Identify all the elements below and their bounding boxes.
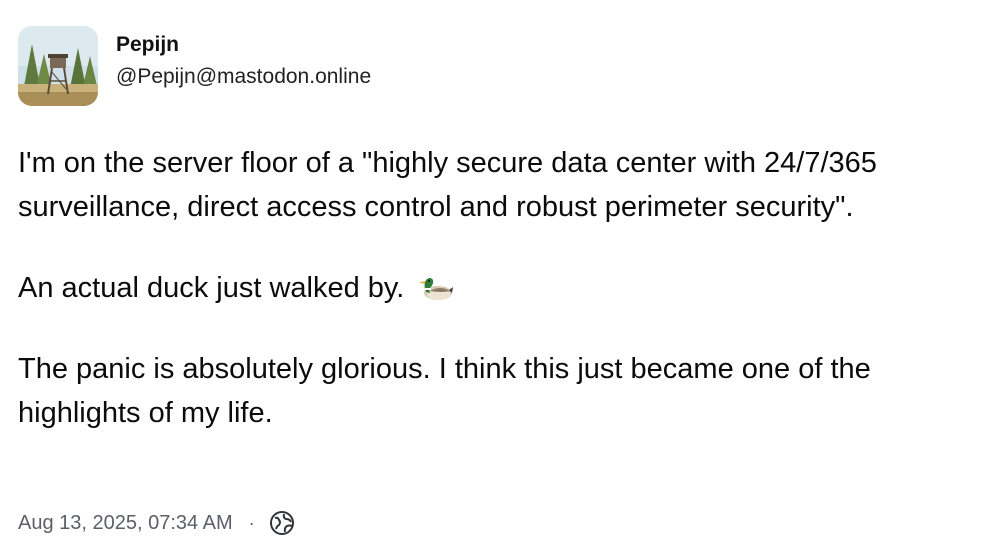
post-paragraph-3: The panic is absolutely glorious. I thin…	[18, 353, 871, 429]
post-paragraph-1: I'm on the server floor of a "highly sec…	[18, 147, 877, 223]
avatar[interactable]	[18, 26, 98, 106]
duck-emoji-icon	[416, 272, 454, 302]
globe-icon[interactable]	[269, 510, 295, 536]
post-header: Pepijn @Pepijn@mastodon.online	[18, 26, 371, 108]
avatar-photo	[18, 26, 98, 106]
display-name[interactable]: Pepijn	[116, 32, 371, 58]
post-card: Pepijn @Pepijn@mastodon.online I'm on th…	[0, 0, 1000, 553]
post-paragraph-2: An actual duck just walked by.	[18, 266, 984, 310]
post-content: I'm on the server floor of a "highly sec…	[18, 141, 984, 472]
account-handle[interactable]: @Pepijn@mastodon.online	[116, 64, 371, 90]
post-paragraph-2-text: An actual duck just walked by.	[18, 272, 405, 304]
author-names: Pepijn @Pepijn@mastodon.online	[116, 26, 371, 90]
meta-separator: ·	[248, 512, 255, 533]
post-footer: Aug 13, 2025, 07:34 AM ·	[18, 510, 295, 536]
timestamp[interactable]: Aug 13, 2025, 07:34 AM	[18, 512, 233, 535]
